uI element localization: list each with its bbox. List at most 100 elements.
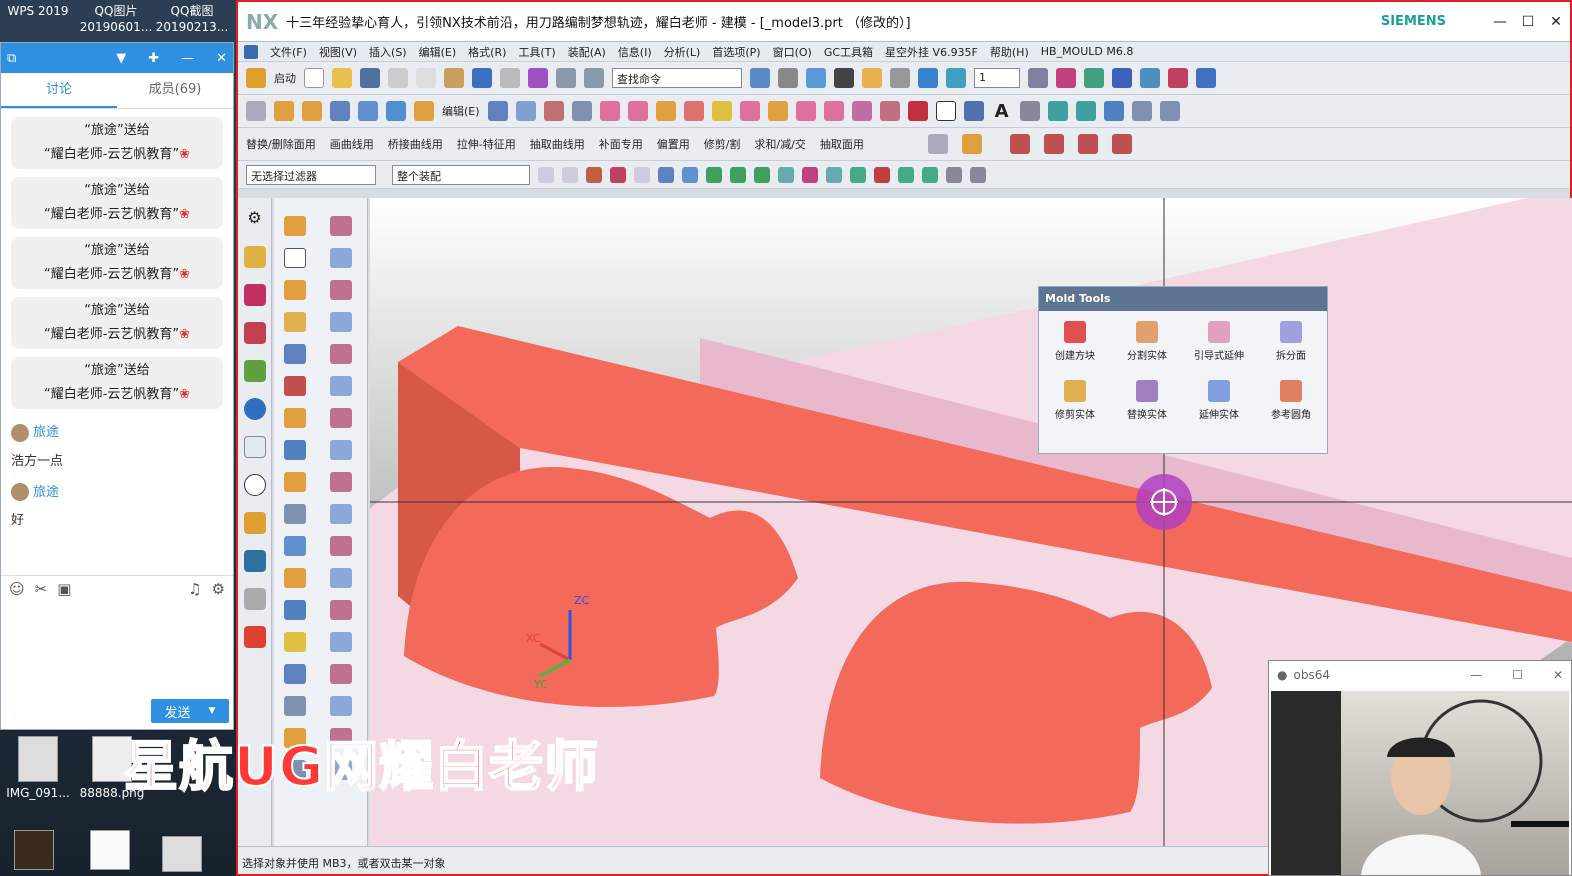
line-icon[interactable] bbox=[907, 101, 928, 121]
part-navigator-icon[interactable] bbox=[243, 322, 266, 344]
surface-tool-icon[interactable] bbox=[330, 536, 352, 556]
save-icon[interactable] bbox=[360, 68, 380, 88]
surface-tool-icon[interactable] bbox=[330, 248, 352, 268]
desktop-icon-file[interactable] bbox=[162, 836, 202, 876]
redo-icon[interactable] bbox=[500, 68, 520, 88]
send-button[interactable]: 发送 ▼ bbox=[151, 699, 229, 723]
constraint-navigator-icon[interactable] bbox=[243, 284, 266, 306]
system-scene-icon[interactable] bbox=[243, 626, 266, 648]
menu-assembly[interactable]: 装配(A) bbox=[568, 44, 606, 60]
menu-edit[interactable]: 编辑(E) bbox=[419, 44, 457, 60]
extrude-icon[interactable] bbox=[284, 280, 306, 300]
snap-quadrant-icon[interactable] bbox=[826, 166, 842, 183]
select-all-icon[interactable] bbox=[562, 166, 578, 183]
section-icon[interactable] bbox=[946, 68, 966, 88]
cut-icon[interactable] bbox=[388, 68, 408, 88]
guided-extension-button[interactable]: 引导式延伸 bbox=[1183, 321, 1255, 362]
point-select-icon[interactable] bbox=[610, 166, 626, 183]
minimize-button[interactable]: — bbox=[1470, 668, 1482, 682]
settings-icon[interactable]: ⚙ bbox=[244, 208, 266, 230]
type-filter-select[interactable]: 无选择过滤器 bbox=[246, 164, 376, 185]
desktop-icon-wps[interactable]: WPS 2019 bbox=[2, 0, 74, 40]
distance-icon[interactable] bbox=[1196, 68, 1216, 88]
sender-name[interactable]: 旅途 bbox=[33, 485, 59, 500]
history-icon[interactable] bbox=[243, 474, 266, 496]
roles-icon[interactable] bbox=[243, 588, 266, 610]
menu-plugin[interactable]: 星空外挂 V6.935F bbox=[885, 44, 978, 60]
surface-icon[interactable] bbox=[487, 101, 508, 121]
plugin-bridge[interactable]: 桥接曲线用 bbox=[388, 136, 443, 152]
settings-icon[interactable]: ⚙ bbox=[212, 580, 225, 598]
layer-icon[interactable] bbox=[862, 68, 882, 88]
snap-midpoint-icon[interactable] bbox=[730, 166, 746, 183]
menu-help[interactable]: 帮助(H) bbox=[990, 44, 1029, 60]
start-menu[interactable]: 启动 bbox=[274, 70, 296, 86]
surface-tool-icon[interactable] bbox=[330, 216, 352, 236]
minimize-icon[interactable]: — bbox=[181, 51, 194, 66]
spline-icon[interactable] bbox=[1019, 101, 1040, 121]
text-icon[interactable]: A bbox=[992, 101, 1012, 122]
web-browser-icon[interactable] bbox=[243, 436, 266, 458]
menu-insert[interactable]: 插入(S) bbox=[369, 44, 407, 60]
desktop-icon-doc[interactable] bbox=[90, 830, 130, 874]
snap-control-icon[interactable] bbox=[754, 166, 770, 183]
minimize-button[interactable]: — bbox=[1486, 14, 1514, 30]
snap-endpoint-icon[interactable] bbox=[706, 166, 722, 183]
plugin-offset[interactable]: 偏置用 bbox=[657, 136, 690, 152]
layer-settings-icon[interactable] bbox=[1028, 68, 1048, 88]
mold-split-icon[interactable] bbox=[627, 101, 648, 121]
curve-edit-icon[interactable] bbox=[1111, 134, 1132, 154]
surface-tool-icon[interactable] bbox=[330, 440, 352, 460]
boolean-icon[interactable] bbox=[284, 632, 306, 652]
hole-icon[interactable] bbox=[284, 344, 306, 364]
extrude-icon[interactable] bbox=[274, 101, 294, 121]
image-icon[interactable]: ▣ bbox=[57, 580, 71, 598]
snap-point-icon[interactable] bbox=[898, 166, 914, 183]
surface-tool-icon[interactable] bbox=[330, 568, 352, 588]
emoji-icon[interactable]: ☺ bbox=[9, 580, 25, 598]
sender-name[interactable]: 旅途 bbox=[33, 425, 59, 440]
menu-format[interactable]: 格式(R) bbox=[468, 44, 506, 60]
trim-body-button[interactable]: 修剪实体 bbox=[1039, 380, 1111, 421]
process-studio-icon[interactable] bbox=[243, 550, 266, 572]
close-icon[interactable]: ✕ bbox=[216, 51, 227, 66]
surface-tool-icon[interactable] bbox=[330, 696, 352, 716]
sketch-icon[interactable] bbox=[246, 101, 266, 121]
solid-select-icon[interactable] bbox=[658, 166, 674, 183]
maximize-button[interactable]: ☐ bbox=[1514, 14, 1542, 30]
orient-icon[interactable] bbox=[918, 68, 938, 88]
measure-icon[interactable] bbox=[1112, 68, 1132, 88]
chamfer-icon[interactable] bbox=[284, 440, 306, 460]
hole-icon[interactable] bbox=[330, 101, 350, 121]
pattern-icon[interactable] bbox=[543, 101, 564, 121]
info-icon[interactable] bbox=[243, 398, 266, 420]
blend-icon[interactable] bbox=[414, 101, 434, 121]
palette-icon[interactable] bbox=[243, 512, 266, 534]
surface-tool-icon[interactable] bbox=[330, 632, 352, 652]
mold-replace-icon[interactable] bbox=[795, 101, 816, 121]
arc-icon[interactable] bbox=[963, 101, 984, 121]
avatar[interactable] bbox=[11, 483, 29, 501]
new-file-icon[interactable] bbox=[304, 68, 324, 88]
rectangle-icon[interactable] bbox=[284, 248, 306, 268]
surface-tool-icon[interactable] bbox=[330, 472, 352, 492]
snap-settings-icon[interactable] bbox=[970, 166, 986, 183]
rectangle-select-icon[interactable] bbox=[634, 166, 650, 183]
extend-body-button[interactable]: 延伸实体 bbox=[1183, 380, 1255, 421]
surface-tool-icon[interactable] bbox=[330, 312, 352, 332]
plugin-extrude[interactable]: 拉伸-特征用 bbox=[457, 136, 516, 152]
reference-blend-button[interactable]: 参考圆角 bbox=[1255, 380, 1327, 421]
extract-icon[interactable] bbox=[1131, 101, 1152, 121]
analysis-icon[interactable] bbox=[1084, 68, 1104, 88]
delete-face-icon[interactable] bbox=[927, 134, 948, 154]
revolve-icon[interactable] bbox=[302, 101, 322, 121]
desktop-icon-img[interactable]: IMG_091... bbox=[0, 736, 76, 800]
boolean-icon[interactable] bbox=[386, 101, 406, 121]
close-button[interactable]: ✕ bbox=[1553, 668, 1563, 682]
desktop-icon-game[interactable] bbox=[14, 830, 54, 874]
surface-tool-icon[interactable] bbox=[330, 376, 352, 396]
maximize-button[interactable]: ☐ bbox=[1512, 668, 1523, 682]
menu-tools[interactable]: 工具(T) bbox=[518, 44, 555, 60]
scope-select[interactable]: 整个装配 bbox=[392, 164, 530, 185]
plugin-replace-delete[interactable]: 替换/删除面用 bbox=[246, 136, 316, 152]
